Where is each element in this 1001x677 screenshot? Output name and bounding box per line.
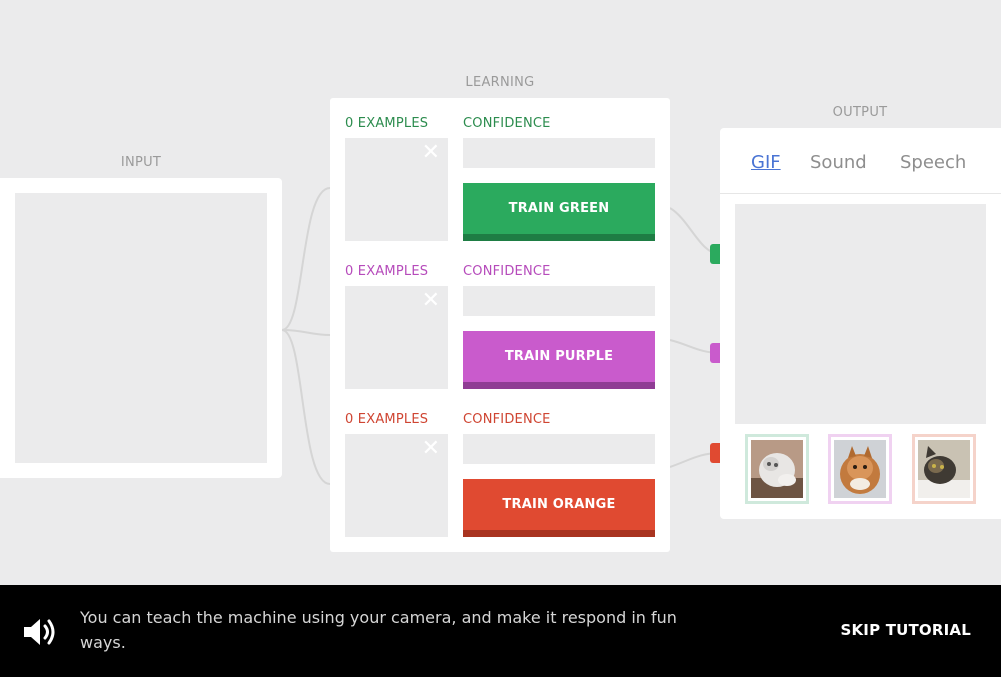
cat-gif-thumbnail-3[interactable] [912, 434, 976, 504]
class-purple: 0 EXAMPLES CONFIDENCE ✕ TRAIN PURPLE [330, 246, 670, 394]
speaker-icon[interactable] [22, 615, 58, 649]
gif-output-view [735, 204, 986, 424]
cat-image [751, 440, 803, 498]
examples-box: ✕ [345, 286, 448, 389]
green-connector [710, 244, 720, 264]
confidence-label: CONFIDENCE [463, 412, 551, 427]
input-panel [0, 178, 282, 478]
train-orange-button[interactable]: TRAIN ORANGE [463, 479, 655, 537]
close-icon[interactable]: ✕ [422, 438, 440, 460]
close-icon[interactable]: ✕ [422, 290, 440, 312]
class-orange: 0 EXAMPLES CONFIDENCE ✕ TRAIN ORANGE [330, 394, 670, 542]
output-panel: GIF Sound Speech [720, 128, 1001, 519]
tutorial-message: You can teach the machine using your cam… [80, 608, 677, 652]
confidence-bar [463, 434, 655, 464]
cat-image [834, 440, 886, 498]
learning-label: LEARNING [465, 75, 535, 90]
cat-gif-thumbnail-1[interactable] [745, 434, 809, 504]
train-purple-button[interactable]: TRAIN PURPLE [463, 331, 655, 389]
cat-gif-thumbnail-2[interactable] [828, 434, 892, 504]
examples-count: 0 EXAMPLES [345, 264, 429, 279]
orange-connector [710, 443, 720, 463]
purple-connector [710, 343, 720, 363]
output-tabs: GIF Sound Speech [720, 128, 1001, 194]
examples-box: ✕ [345, 138, 448, 241]
examples-box: ✕ [345, 434, 448, 537]
cat-image [918, 440, 970, 498]
confidence-label: CONFIDENCE [463, 116, 551, 131]
tab-speech[interactable]: Speech [900, 152, 966, 173]
camera-input-view [15, 193, 267, 463]
confidence-bar [463, 138, 655, 168]
tab-sound[interactable]: Sound [810, 152, 867, 173]
class-green: 0 EXAMPLES CONFIDENCE ✕ TRAIN GREEN [330, 98, 670, 246]
confidence-label: CONFIDENCE [463, 264, 551, 279]
learning-panel: 0 EXAMPLES CONFIDENCE ✕ TRAIN GREEN 0 EX… [330, 98, 670, 552]
tab-gif[interactable]: GIF [751, 152, 781, 173]
input-label: INPUT [120, 155, 162, 170]
tutorial-bar: You can teach the machine using your cam… [0, 585, 1001, 677]
examples-count: 0 EXAMPLES [345, 412, 429, 427]
train-green-button[interactable]: TRAIN GREEN [463, 183, 655, 241]
output-label: OUTPUT [832, 105, 888, 120]
skip-tutorial-button[interactable]: SKIP TUTORIAL [840, 621, 971, 639]
confidence-bar [463, 286, 655, 316]
examples-count: 0 EXAMPLES [345, 116, 429, 131]
close-icon[interactable]: ✕ [422, 142, 440, 164]
